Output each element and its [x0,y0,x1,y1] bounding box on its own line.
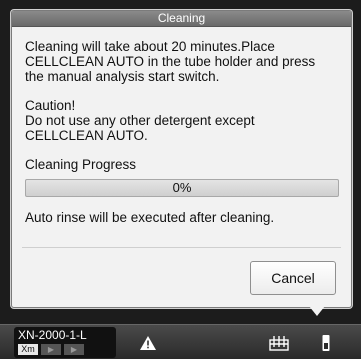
cleaning-message: Cleaning will take about 20 minutes.Plac… [25,39,316,84]
cleaning-dialog: Cleaning Cleaning will take about 20 min… [11,10,352,308]
status-mini-icon: ▶ [64,344,84,355]
warning-button[interactable] [122,327,174,358]
tube-button[interactable] [305,327,347,358]
dialog-title: Cleaning [12,11,351,27]
rack-button[interactable] [258,327,300,358]
divider [22,247,341,248]
progress-bar: 0% [25,179,339,197]
cancel-button[interactable]: Cancel [250,261,336,295]
progress-percent: 0% [172,180,192,195]
progress-label: Cleaning Progress [25,157,137,172]
caution-text: Do not use any other detergent except CE… [25,113,255,143]
taskbar: XN-2000-1-L Xm ▶ ▶ [0,316,361,359]
dialog-pointer [309,306,325,316]
auto-rinse-note: Auto rinse will be executed after cleani… [25,210,275,225]
caution-block: Caution! Do not use any other detergent … [25,98,338,143]
caution-title: Caution! [25,98,76,113]
status-mini-icon: ▶ [41,344,61,355]
analyzer-name: XN-2000-1-L [18,328,87,342]
tube-icon [322,334,330,351]
dialog-content: Cleaning will take about 20 minutes.Plac… [12,27,351,225]
mode-badge: Xm [18,344,38,355]
analyzer-tile[interactable]: XN-2000-1-L Xm ▶ ▶ [14,327,116,358]
rack-icon [269,335,289,351]
warning-icon [140,335,156,350]
